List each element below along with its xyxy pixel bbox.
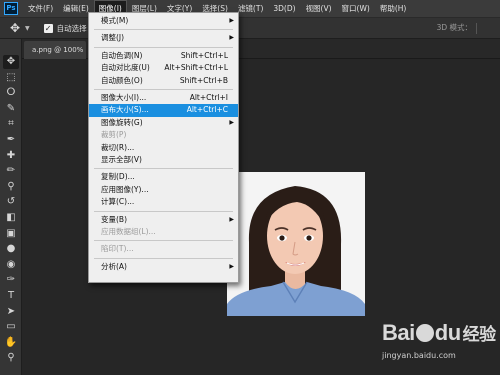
submenu-arrow-icon: ▶ [229,215,234,223]
menu-item-label: 自动色调(N) [101,50,143,60]
menu-item-label: 画布大小(S)... [101,105,149,115]
rectangle-tool-icon[interactable]: ▭ [3,320,19,334]
baidu-jingyan-watermark: Bai du 经验 jingyan.baidu.com [378,320,496,370]
menu-separator [94,257,233,259]
history-brush-tool-icon[interactable]: ↺ [3,195,19,209]
menu-separator [94,46,233,48]
menu-separator [94,29,233,31]
menu-separator [94,240,233,242]
photoshop-logo: Ps [4,2,18,15]
crop-tool-icon[interactable]: ⌗ [3,117,19,131]
lasso-tool-icon[interactable]: ⵔ [3,86,19,100]
eraser-tool-icon[interactable]: ◧ [3,211,19,225]
submenu-arrow-icon: ▶ [229,262,234,270]
menu-10[interactable]: 帮助(H) [375,0,412,17]
pen-tool-icon[interactable]: ✑ [3,273,19,287]
image-menu-item[interactable]: 模式(M) ▶ [89,15,238,28]
hand-tool-icon[interactable]: ✋ [3,336,19,350]
menu-item-label: 裁剪(P) [101,130,127,140]
image-menu-item[interactable]: 裁切(R)... [89,142,238,155]
image-menu-dropdown: 模式(M) ▶ 调整(J) ▶ 自动色调(N) Shift+Ctrl+L 自动对比度(U) A… [88,12,239,283]
menu-item-shortcut: Shift+Ctrl+B [179,75,228,85]
menu-item-label: 计算(C)... [101,197,135,207]
image-menu-item[interactable]: 复制(D)... [89,171,238,184]
menu-9[interactable]: 窗口(W) [337,0,375,17]
image-menu-item[interactable]: 图像大小(I)... Alt+Ctrl+I [89,92,238,105]
menu-item-label: 变量(B) [101,214,127,224]
eyedropper-tool-icon[interactable]: ✒ [3,133,19,147]
menu-8[interactable]: 视图(V) [301,0,337,17]
image-menu-item[interactable]: 画布大小(S)... Alt+Ctrl+C [89,104,238,117]
paw-icon [415,324,434,342]
portrait-photo [227,172,365,316]
healing-brush-tool-icon[interactable]: ✚ [3,149,19,163]
image-menu-item[interactable]: 应用图像(Y)... [89,184,238,197]
gradient-tool-icon[interactable]: ▣ [3,227,19,241]
menu-bar: Ps 文件(F) 编辑(E) 图像(I) 图层(L) 文字(Y) 选择(S) 滤镜(T) 3D… [0,0,500,17]
watermark-brand: Bai du 经验 [382,320,496,345]
image-menu-item[interactable]: 显示全部(V) [89,154,238,167]
menu-item-label: 裁切(R)... [101,142,135,152]
3d-mode-label: 3D 模式： [436,23,472,32]
menu-separator [94,89,233,90]
menu-separator [94,210,233,212]
chevron-down-icon[interactable]: ▼ [25,25,30,32]
zoom-tool-icon[interactable]: ⚲ [3,351,19,365]
quick-select-tool-icon[interactable]: ✎ [3,102,19,116]
image-menu-item[interactable]: 变量(B) ▶ [89,214,238,227]
menu-item-label: 图像旋转(G) [101,117,143,127]
menu-item-label: 调整(J) [101,33,125,43]
menu-item-label: 图像大小(I)... [101,93,147,102]
3d-mode-icons[interactable] [476,23,496,34]
image-menu-item: 裁剪(P) [89,129,238,142]
options-bar: ✥ ▼ ✓ 自动选择： 3D 模式： [0,17,500,39]
auto-select-checkbox[interactable]: ✓ [43,23,53,33]
image-menu-item[interactable]: 调整(J) ▶ [89,32,238,45]
submenu-arrow-icon: ▶ [229,34,234,42]
menu-item-label: 模式(M) [101,16,129,25]
menu-item-label: 应用图像(Y)... [101,184,149,194]
menu-item-label: 自动对比度(U) [101,63,150,73]
blur-tool-icon[interactable]: ● [3,242,19,256]
menu-item-label: 分析(A) [101,261,127,271]
image-menu-item: 陷印(T)... [89,243,238,256]
menu-item-shortcut: Shift+Ctrl+L [180,50,228,60]
marquee-tool-icon[interactable]: ⬚ [3,71,19,85]
menu-item-label: 显示全部(V) [101,155,142,164]
image-menu-item[interactable]: 自动对比度(U) Alt+Shift+Ctrl+L [89,62,238,75]
portrait-image [227,172,365,316]
image-menu-item[interactable]: 计算(C)... [89,196,238,209]
menu-item-shortcut: Alt+Ctrl+C [186,105,228,115]
tools-panel: ✥ ⬚ ⵔ ✎ ⌗ ✒ ✚ ✏ ⚲ ↺ ◧ ▣ ● ◉ ✑ T ➤ ▭ ✋ ⚲ [0,39,22,375]
submenu-arrow-icon: ▶ [229,118,234,126]
image-menu-item[interactable]: 分析(A) ▶ [89,261,238,274]
path-select-tool-icon[interactable]: ➤ [3,305,19,319]
image-menu-item[interactable]: 自动颜色(O) Shift+Ctrl+B [89,75,238,88]
menu-item-label: 自动颜色(O) [101,75,143,85]
menu-item-label: 应用数据组(L)... [101,227,156,236]
menu-item-shortcut: Alt+Ctrl+I [189,93,228,102]
menu-item-label: 复制(D)... [101,172,135,182]
image-menu-item[interactable]: 图像旋转(G) ▶ [89,117,238,130]
clone-stamp-tool-icon[interactable]: ⚲ [3,180,19,194]
type-tool-icon[interactable]: T [3,289,19,303]
menu-7[interactable]: 3D(D) [268,0,300,17]
menu-item-shortcut: Alt+Shift+Ctrl+L [164,63,228,73]
dodge-tool-icon[interactable]: ◉ [3,258,19,272]
menu-separator [94,168,233,170]
image-menu-item: 应用数据组(L)... [89,226,238,239]
submenu-arrow-icon: ▶ [229,17,234,24]
document-tab[interactable]: a.png @ 100% (图 [24,41,86,59]
move-tool-icon[interactable]: ✥ [3,55,19,69]
menu-0[interactable]: 文件(F) [23,0,58,17]
brush-tool-icon[interactable]: ✏ [3,164,19,178]
image-menu-item[interactable]: 自动色调(N) Shift+Ctrl+L [89,50,238,63]
menu-item-label: 陷印(T)... [101,244,134,254]
move-tool-icon[interactable]: ✥ [8,21,22,35]
watermark-url: jingyan.baidu.com [382,351,456,360]
